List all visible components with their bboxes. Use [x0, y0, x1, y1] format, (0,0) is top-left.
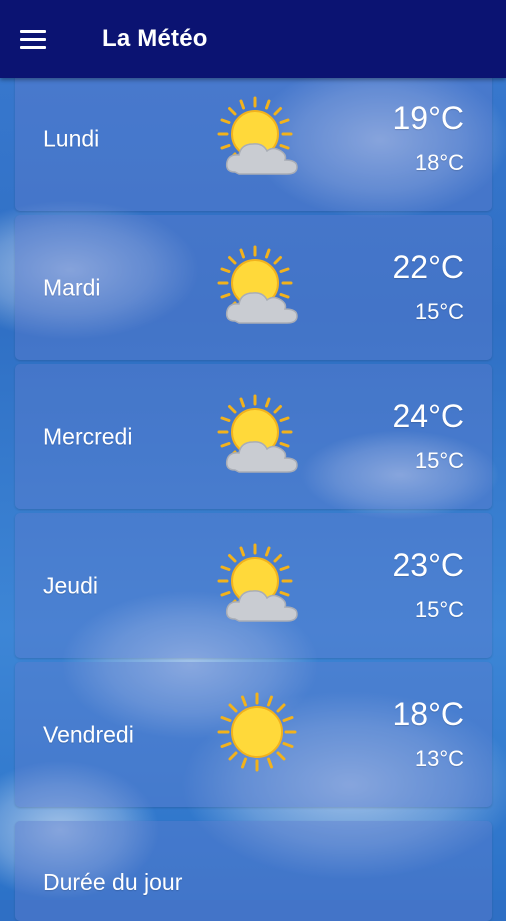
low-temperature: 18°C — [414, 150, 464, 175]
day-name: Vendredi — [43, 721, 134, 747]
high-temperature: 23°C — [392, 547, 465, 583]
high-temperature: 22°C — [392, 249, 465, 285]
high-temperature: 19°C — [392, 100, 465, 136]
low-temperature: 15°C — [414, 597, 464, 622]
high-temperature: 24°C — [392, 398, 465, 434]
sun-behind-cloud-icon — [215, 94, 305, 184]
day-name: Jeudi — [43, 572, 98, 598]
hamburger-menu-icon[interactable] — [20, 19, 60, 59]
app-bar: La Météo — [0, 0, 506, 78]
forecast-card-mercredi[interactable]: Mercredi 24°C 15°C — [15, 364, 492, 509]
sun-behind-cloud-icon — [215, 392, 305, 482]
low-temperature: 15°C — [414, 448, 464, 473]
daylight-label: Durée du jour — [43, 869, 183, 895]
day-name: Mardi — [43, 274, 101, 300]
forecast-list[interactable]: Lundi 19°C 18°C Mardi 22°C 15°C Mercredi… — [0, 0, 506, 921]
low-temperature: 15°C — [414, 299, 464, 324]
low-temperature: 13°C — [414, 746, 464, 771]
day-name: Mercredi — [43, 423, 133, 449]
forecast-card-lundi[interactable]: Lundi 19°C 18°C — [15, 66, 492, 211]
app-title: La Météo — [102, 25, 208, 52]
forecast-card-mardi[interactable]: Mardi 22°C 15°C — [15, 215, 492, 360]
day-name: Lundi — [43, 125, 100, 151]
forecast-card-vendredi[interactable]: Vendredi 18°C 13°C — [15, 662, 492, 807]
high-temperature: 18°C — [392, 696, 465, 732]
daylight-duration-card[interactable]: Durée du jour — [15, 821, 492, 921]
sun-behind-cloud-icon — [215, 541, 305, 631]
sun-behind-cloud-icon — [215, 243, 305, 333]
sun-icon — [215, 690, 305, 780]
forecast-card-jeudi[interactable]: Jeudi 23°C 15°C — [15, 513, 492, 658]
